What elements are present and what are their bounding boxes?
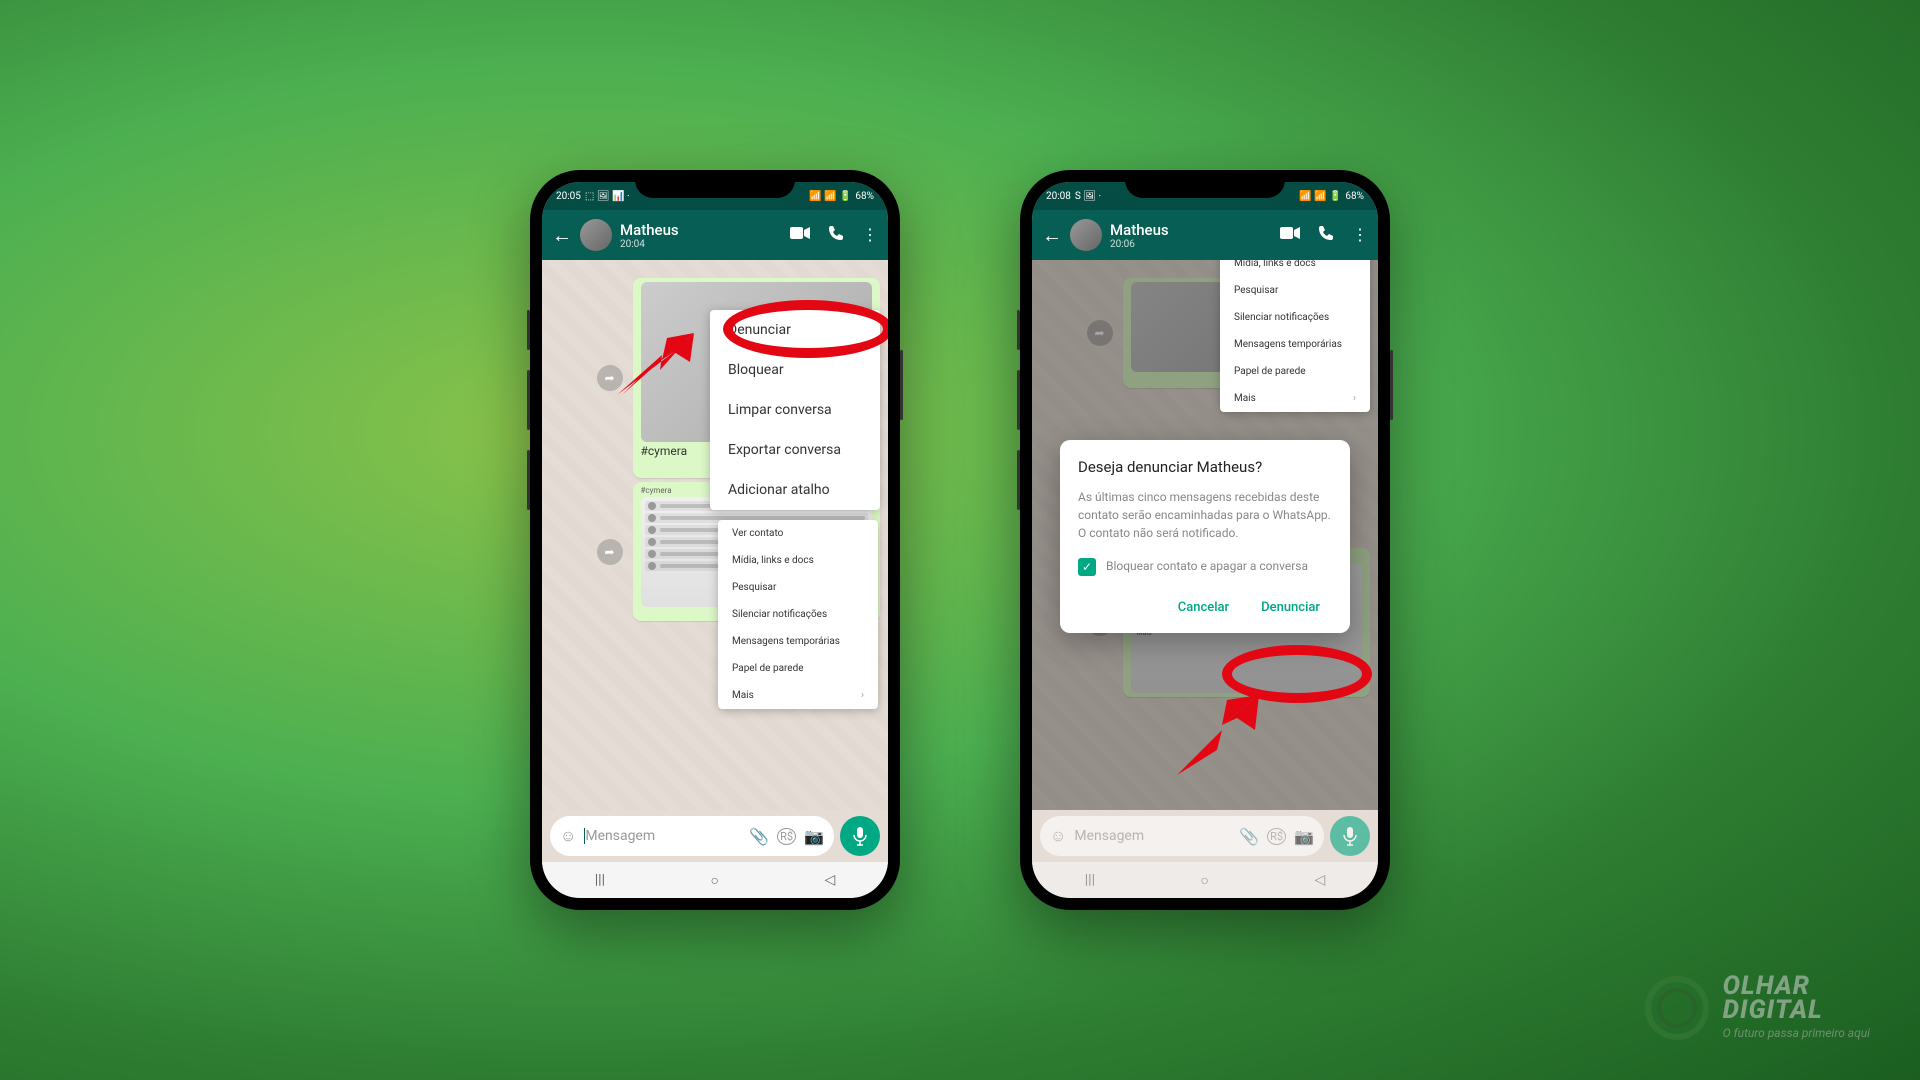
status-bar: 20:08 S 🖼 · 📶 📶 🔋 68% [1032,182,1378,210]
screen-right: 20:08 S 🖼 · 📶 📶 🔋 68% ← Matheus 20:06 ⋮ [1032,182,1378,898]
status-icons-left: S 🖼 · [1075,191,1101,202]
android-nav: ||| ○ ◁ [1032,862,1378,898]
status-icons-left: ⬚ 🖼 📊 · [585,191,630,202]
checkbox-label: Bloquear contato e apagar a conversa [1106,558,1308,575]
submenu-wallpaper[interactable]: Papel de parede [1220,358,1370,385]
avatar[interactable] [1070,219,1102,251]
last-seen: 20:06 [1110,239,1272,250]
payment-icon[interactable]: R$ [777,828,796,845]
attach-icon[interactable]: 📎 [749,827,769,846]
watermark-logo: OLHAR DIGITAL O futuro passa primeiro aq… [1645,975,1870,1040]
input-placeholder: Mensagem [585,828,655,844]
options-submenu: Ver contato Mídia, links e docs Pesquisa… [718,520,878,709]
header-info[interactable]: Matheus 20:04 [620,221,782,250]
mic-button[interactable] [840,816,880,856]
emoji-icon[interactable]: ☺ [560,826,576,846]
submenu-mute[interactable]: Silenciar notificações [718,601,878,628]
cancel-button[interactable]: Cancelar [1174,592,1233,623]
menu-item-shortcut[interactable]: Adicionar atalho [710,470,880,510]
checkbox-icon[interactable]: ✓ [1078,558,1096,576]
nav-back-icon[interactable]: ◁ [824,872,835,888]
more-menu-icon[interactable]: ⋮ [1352,225,1368,245]
forward-icon[interactable]: ➦ [597,539,623,565]
contact-name: Matheus [1110,221,1272,239]
status-battery: 68% [1345,191,1364,202]
logo-slogan: O futuro passa primeiro aqui [1723,1026,1870,1040]
chat-header: ← Matheus 20:06 ⋮ [1032,210,1378,260]
input-bar: ☺ Mensagem 📎 R$ 📷 [542,810,888,862]
video-call-icon[interactable] [1280,225,1300,245]
menu-item-clear[interactable]: Limpar conversa [710,390,880,430]
forward-icon[interactable]: ➦ [597,365,623,391]
nav-home-icon[interactable]: ○ [1200,872,1208,889]
dialog-body: As últimas cinco mensagens recebidas des… [1078,488,1332,542]
phone-right: 20:08 S 🖼 · 📶 📶 🔋 68% ← Matheus 20:06 ⋮ [1020,170,1390,910]
android-nav: ||| ○ ◁ [542,862,888,898]
avatar[interactable] [580,219,612,251]
back-arrow-icon[interactable]: ← [552,223,572,248]
submenu-more[interactable]: Mais [718,682,878,709]
camera-icon[interactable]: 📷 [804,827,824,846]
logo-line2: DIGITAL [1723,995,1823,1025]
message-input[interactable]: ☺ Mensagem 📎 R$ 📷 [1040,816,1324,856]
attach-icon[interactable]: 📎 [1239,827,1259,846]
payment-icon[interactable]: R$ [1267,828,1286,845]
submenu-media[interactable]: Mídia, links e docs [718,547,878,574]
emoji-icon[interactable]: ☺ [1050,826,1066,846]
status-bar: 20:05 ⬚ 🖼 📊 · 📶 📶 🔋 68% [542,182,888,210]
last-seen: 20:04 [620,239,782,250]
status-icons-right: 📶 📶 🔋 [809,191,851,202]
video-call-icon[interactable] [790,225,810,245]
submenu-more[interactable]: Mais [1220,385,1370,412]
submenu-search[interactable]: Pesquisar [718,574,878,601]
submenu-temp-msg[interactable]: Mensagens temporárias [1220,331,1370,358]
message-input[interactable]: ☺ Mensagem 📎 R$ 📷 [550,816,834,856]
dialog-title: Deseja denunciar Matheus? [1078,458,1332,476]
status-time: 20:08 [1046,191,1071,202]
more-menu-icon[interactable]: ⋮ [862,225,878,245]
menu-item-export[interactable]: Exportar conversa [710,430,880,470]
mic-button[interactable] [1330,816,1370,856]
camera-icon[interactable]: 📷 [1294,827,1314,846]
chat-area[interactable]: ➦ #cymera 19:59 ✓✓ ➦ #cymera 20:03 ✓✓ [542,260,888,810]
submenu-view-contact[interactable]: Ver contato [718,520,878,547]
report-dialog: Deseja denunciar Matheus? As últimas cin… [1060,440,1350,633]
submenu-temp-msg[interactable]: Mensagens temporárias [718,628,878,655]
nav-home-icon[interactable]: ○ [710,872,718,889]
submenu-wallpaper[interactable]: Papel de parede [718,655,878,682]
audio-call-icon[interactable] [1318,225,1334,245]
input-bar: ☺ Mensagem 📎 R$ 📷 [1032,810,1378,862]
logo-circle-icon [1645,976,1709,1040]
phone-left: 20:05 ⬚ 🖼 📊 · 📶 📶 🔋 68% ← Matheus 20:04 [530,170,900,910]
contact-name: Matheus [620,221,782,239]
dialog-checkbox-row[interactable]: ✓ Bloquear contato e apagar a conversa [1078,558,1332,576]
report-button[interactable]: Denunciar [1257,592,1324,623]
nav-back-icon[interactable]: ◁ [1314,872,1325,888]
submenu-mute[interactable]: Silenciar notificações [1220,304,1370,331]
status-icons-right: 📶 📶 🔋 [1299,191,1341,202]
chat-area[interactable]: ➦ ➦ #cymera Ver contato Mídia, links e d… [1032,260,1378,810]
submenu-media[interactable]: Mídia, links e docs [1220,260,1370,277]
audio-call-icon[interactable] [828,225,844,245]
input-placeholder: Mensagem [1074,828,1144,844]
options-menu: Denunciar Bloquear Limpar conversa Expor… [710,310,880,510]
options-submenu-bg: Mídia, links e docs Pesquisar Silenciar … [1220,260,1370,412]
screen-left: 20:05 ⬚ 🖼 📊 · 📶 📶 🔋 68% ← Matheus 20:04 [542,182,888,898]
menu-item-block[interactable]: Bloquear [710,350,880,390]
submenu-search[interactable]: Pesquisar [1220,277,1370,304]
menu-item-report[interactable]: Denunciar [710,310,880,350]
back-arrow-icon[interactable]: ← [1042,223,1062,248]
status-time: 20:05 [556,191,581,202]
status-battery: 68% [855,191,874,202]
header-info[interactable]: Matheus 20:06 [1110,221,1272,250]
nav-recent-icon[interactable]: ||| [1085,872,1095,888]
nav-recent-icon[interactable]: ||| [595,872,605,888]
chat-header: ← Matheus 20:04 ⋮ [542,210,888,260]
